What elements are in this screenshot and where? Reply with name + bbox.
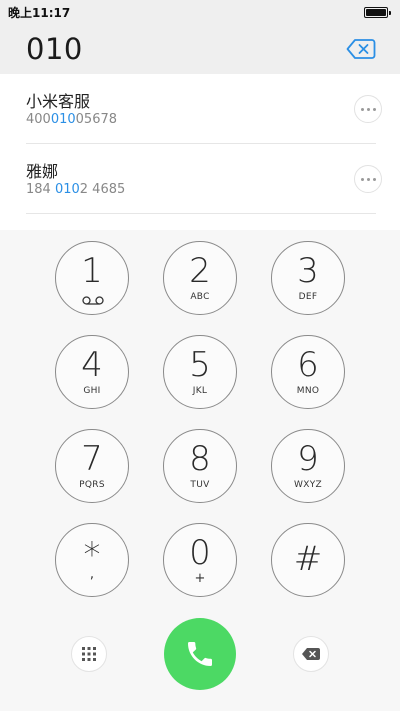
- backspace-button[interactable]: [293, 636, 329, 672]
- key-6[interactable]: 6 MNO: [271, 335, 345, 409]
- more-dots-icon: [360, 177, 376, 181]
- key-0[interactable]: 0 +: [163, 523, 237, 597]
- key-9[interactable]: 9 WXYZ: [271, 429, 345, 503]
- key-star[interactable]: * ,: [55, 523, 129, 597]
- contact-number: 40001005678: [26, 112, 118, 127]
- key-5[interactable]: 5 JKL: [163, 335, 237, 409]
- keypad-grid-icon: [82, 647, 96, 661]
- dial-keypad: 1 2 ABC 3 DEF 4 GHI 5 JKL 6 MNO 7 PQRS 8…: [0, 230, 400, 711]
- contact-suggestion-list: 小米客服 40001005678 雅娜 184 0102 4685: [0, 74, 400, 230]
- contact-suggestion-row[interactable]: 雅娜 184 0102 4685: [26, 144, 382, 214]
- key-8[interactable]: 8 TUV: [163, 429, 237, 503]
- contact-suggestion-row[interactable]: 小米客服 40001005678: [26, 74, 382, 144]
- contact-more-button[interactable]: [354, 95, 382, 123]
- contact-number: 184 0102 4685: [26, 182, 126, 197]
- key-2[interactable]: 2 ABC: [163, 241, 237, 315]
- key-7[interactable]: 7 PQRS: [55, 429, 129, 503]
- battery-icon: [364, 6, 391, 18]
- status-time: 晚上11:17: [8, 5, 71, 20]
- number-match-highlight: 010: [50, 112, 76, 127]
- backspace-icon: [302, 648, 320, 660]
- backspace-icon[interactable]: [346, 38, 376, 60]
- contact-more-button[interactable]: [354, 165, 382, 193]
- key-hash[interactable]: #: [271, 523, 345, 597]
- more-dots-icon: [360, 107, 376, 111]
- contact-name: 雅娜: [26, 162, 59, 181]
- contact-name: 小米客服: [26, 92, 91, 111]
- key-3[interactable]: 3 DEF: [271, 241, 345, 315]
- keypad-toggle-button[interactable]: [71, 636, 107, 672]
- voicemail-icon: [82, 296, 104, 305]
- call-button[interactable]: [164, 618, 236, 690]
- number-match-highlight: 010: [54, 182, 80, 197]
- phone-icon: [188, 642, 212, 666]
- key-4[interactable]: 4 GHI: [55, 335, 129, 409]
- dialed-number-display: 010: [26, 32, 83, 66]
- status-bar: 晚上11:17: [0, 0, 400, 24]
- dial-header: 010: [0, 24, 400, 74]
- key-1[interactable]: 1: [55, 241, 129, 315]
